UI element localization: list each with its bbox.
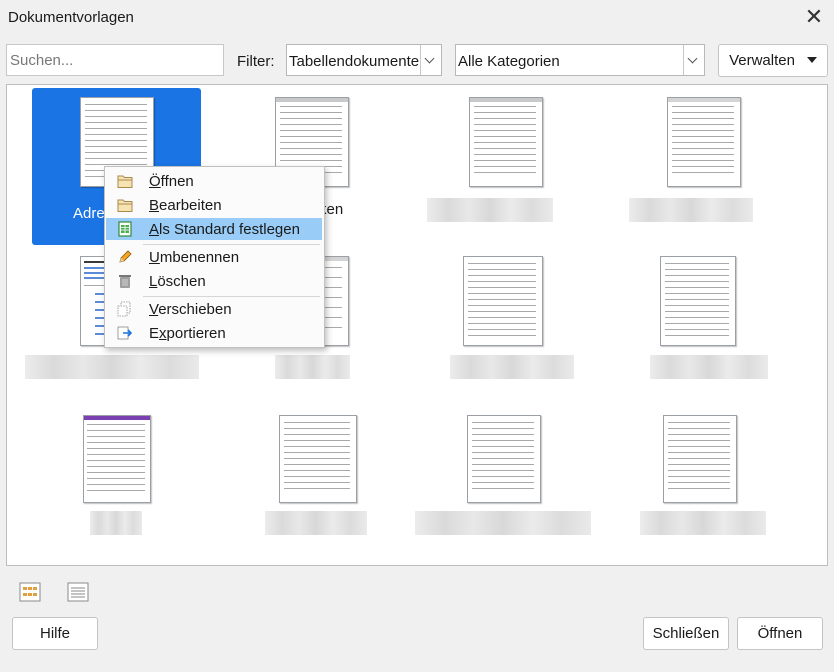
- menu-item-set-default[interactable]: Als Standard festlegen: [106, 218, 322, 240]
- manage-label: Verwalten: [729, 52, 795, 69]
- close-button[interactable]: Schließen: [643, 617, 729, 650]
- trash-icon: [119, 275, 131, 288]
- template-thumbnail[interactable]: [467, 415, 541, 503]
- template-name-blurred: [265, 511, 367, 535]
- menu-item-move[interactable]: Verschieben: [106, 298, 322, 320]
- folder-edit-icon: [117, 199, 133, 212]
- menu-item-label: Öffnen: [149, 173, 194, 190]
- menu-item-edit[interactable]: Bearbeiten: [106, 194, 322, 216]
- menu-item-label: Bearbeiten: [149, 197, 222, 214]
- menu-item-open[interactable]: Öffnen: [106, 170, 322, 192]
- template-name-blurred: [427, 198, 553, 222]
- folder-open-icon: [117, 175, 133, 188]
- template-name-blurred: [90, 511, 142, 535]
- chevron-down-icon[interactable]: [683, 45, 704, 75]
- filter-label: Filter:: [237, 53, 275, 70]
- template-thumbnail[interactable]: [279, 415, 357, 503]
- move-icon: [117, 301, 131, 317]
- help-button[interactable]: Hilfe: [12, 617, 98, 650]
- template-thumbnail[interactable]: [463, 256, 543, 346]
- template-thumbnail[interactable]: [663, 415, 737, 503]
- open-button[interactable]: Öffnen: [737, 617, 823, 650]
- manage-button[interactable]: Verwalten: [718, 44, 828, 77]
- template-thumbnail[interactable]: [469, 97, 543, 187]
- template-name-blurred: [450, 355, 574, 379]
- menu-item-label: Umbenennen: [149, 249, 240, 266]
- pencil-icon: [119, 250, 132, 263]
- context-menu: Öffnen Bearbeiten Als Standard festlegen…: [104, 166, 325, 348]
- template-name-blurred: [650, 355, 768, 379]
- template-name-blurred: [629, 198, 753, 222]
- template-thumbnail[interactable]: [667, 97, 741, 187]
- menu-item-label: Als Standard festlegen: [149, 221, 300, 238]
- template-thumbnail[interactable]: [83, 415, 151, 503]
- menu-item-export[interactable]: Exportieren: [106, 322, 322, 344]
- filter-type-select[interactable]: Tabellendokumente: [286, 44, 442, 76]
- template-name-blurred: [415, 511, 591, 535]
- template-name: Adre: [73, 205, 105, 222]
- search-input[interactable]: [6, 44, 224, 76]
- menu-item-label: Exportieren: [149, 325, 226, 342]
- title-bar: Dokumentvorlagen ✕: [0, 0, 834, 36]
- dropdown-arrow-icon: [806, 57, 817, 63]
- export-icon: [117, 326, 133, 340]
- menu-item-rename[interactable]: Umbenennen: [106, 246, 322, 268]
- filter-type-value: Tabellendokumente: [289, 53, 420, 70]
- filter-category-value: Alle Kategorien: [458, 53, 560, 70]
- filter-category-select[interactable]: Alle Kategorien: [455, 44, 705, 76]
- template-thumbnail[interactable]: [660, 256, 736, 346]
- menu-separator: [143, 244, 320, 245]
- list-view-icon[interactable]: [67, 582, 89, 602]
- spreadsheet-icon: [118, 221, 132, 237]
- menu-item-label: Löschen: [149, 273, 206, 290]
- chevron-down-icon[interactable]: [420, 45, 441, 75]
- template-name-blurred: [275, 355, 350, 379]
- menu-item-label: Verschieben: [149, 301, 232, 318]
- menu-item-delete[interactable]: Löschen: [106, 270, 322, 292]
- template-name-blurred: [25, 355, 199, 379]
- window-title: Dokumentvorlagen: [8, 9, 134, 26]
- close-icon[interactable]: ✕: [802, 6, 826, 30]
- template-name-blurred: [640, 511, 766, 535]
- menu-separator: [143, 296, 320, 297]
- thumbnail-view-icon[interactable]: [19, 582, 41, 602]
